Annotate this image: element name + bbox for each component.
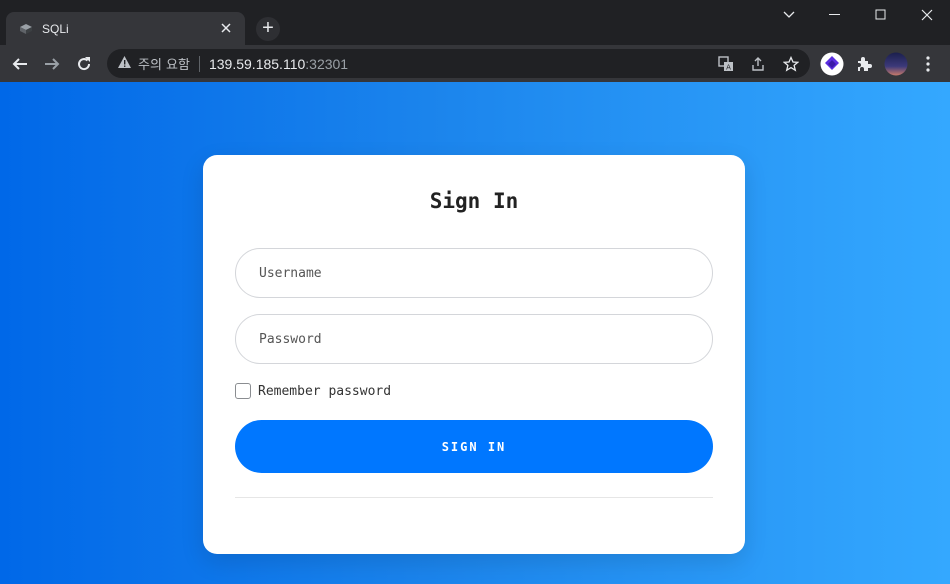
sign-in-button[interactable]: SIGN IN: [235, 420, 713, 473]
url-host: 139.59.185.110: [208, 55, 306, 72]
url-port: :32301: [305, 55, 349, 72]
tab-strip: SQLi +: [0, 0, 950, 45]
address-separator: [198, 55, 200, 72]
svg-text:A: A: [726, 64, 731, 72]
new-tab-button[interactable]: +: [256, 17, 280, 41]
remember-password-checkbox[interactable]: [235, 383, 251, 399]
close-window-icon[interactable]: [904, 0, 950, 30]
security-warning-text: 주의 요함: [138, 58, 190, 73]
address-bar[interactable]: 주의 요함 139.59.185.110:32301 A: [107, 49, 810, 78]
puzzle-icon[interactable]: [852, 52, 876, 76]
bookmark-star-icon[interactable]: [781, 54, 801, 74]
warning-icon: [117, 55, 132, 72]
card-divider: [235, 497, 713, 498]
remember-password-label: Remember password: [258, 383, 392, 399]
back-icon[interactable]: [6, 50, 34, 78]
extension-icon[interactable]: [820, 52, 844, 76]
maximize-icon[interactable]: [858, 0, 904, 30]
profile-avatar[interactable]: [884, 52, 908, 76]
reload-icon[interactable]: [70, 50, 98, 78]
forward-icon[interactable]: [38, 50, 66, 78]
tab-favicon-icon: [18, 21, 34, 37]
tab-search-icon[interactable]: [766, 0, 812, 30]
browser-tab[interactable]: SQLi: [6, 12, 245, 45]
remember-password-row[interactable]: Remember password: [235, 383, 391, 399]
browser-toolbar: 주의 요함 139.59.185.110:32301 A: [0, 45, 950, 82]
page-title: Sign In: [429, 189, 519, 213]
minimize-icon[interactable]: [812, 0, 858, 30]
username-input[interactable]: [235, 248, 713, 298]
tab-title: SQLi: [42, 21, 69, 36]
translate-icon[interactable]: A: [716, 54, 736, 74]
share-icon[interactable]: [748, 54, 768, 74]
page-viewport: Sign In Remember password SIGN IN: [0, 82, 950, 584]
tab-close-icon[interactable]: [217, 20, 235, 38]
menu-icon[interactable]: [916, 52, 940, 76]
password-input[interactable]: [235, 314, 713, 364]
login-card: Sign In Remember password SIGN IN: [203, 155, 745, 554]
security-warning-chip[interactable]: 주의 요함: [117, 54, 190, 73]
